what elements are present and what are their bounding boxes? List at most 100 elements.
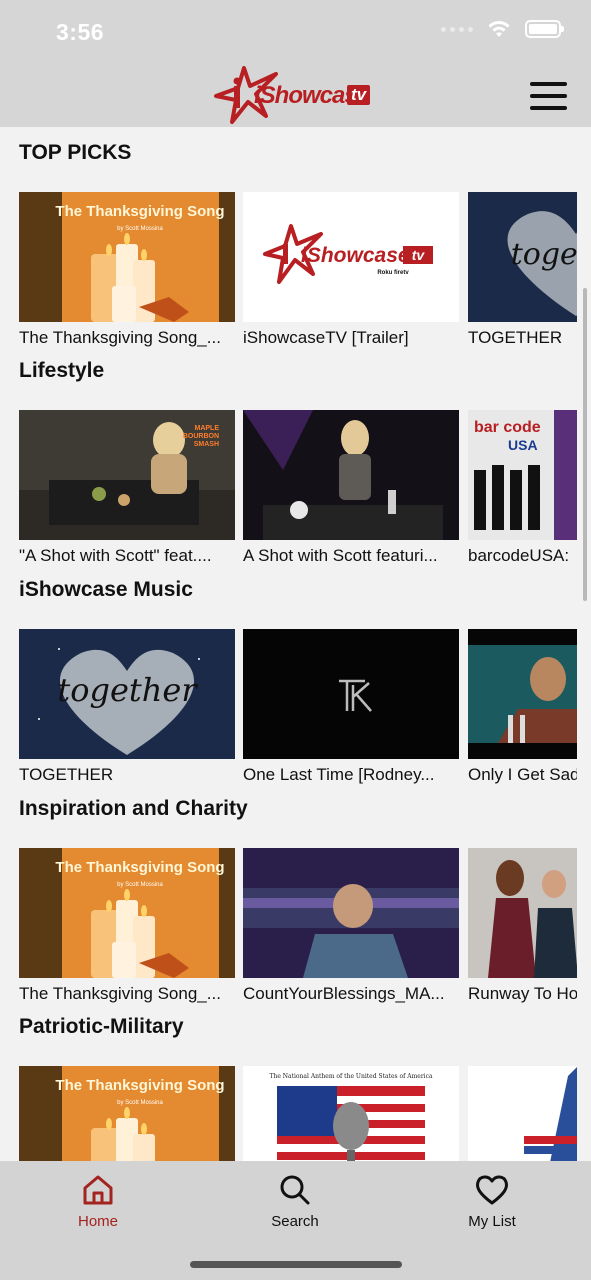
- svg-text:iShowcase: iShowcase: [301, 244, 410, 267]
- tab-label: My List: [468, 1213, 516, 1230]
- ishowcase-logo-art: iShowcase tv Roku firetv: [263, 224, 433, 284]
- status-icons: [441, 20, 564, 38]
- video-card[interactable]: The Thanksgiving Song by Scott Mossina: [19, 192, 235, 322]
- section-title: Patriotic-Military: [19, 1015, 184, 1038]
- card-title: The Thanksgiving Song_...: [19, 984, 221, 1003]
- carousel-row[interactable]: together: [19, 629, 577, 759]
- video-card[interactable]: The National Anthem of the United States…: [243, 1066, 459, 1161]
- video-card[interactable]: iShowcase tv Roku firetv: [243, 192, 459, 322]
- label-row: The Thanksgiving Song_... CountYourBless…: [19, 984, 577, 1008]
- menu-line: [530, 106, 567, 110]
- runway-art: [468, 848, 577, 978]
- svg-text:together: together: [511, 237, 577, 272]
- bar-scene-art: MAPLE BOURBON SMASH: [19, 410, 235, 540]
- status-time: 3:56: [56, 19, 105, 45]
- thumbnail-ishowcase-trailer: iShowcase tv Roku firetv: [243, 192, 459, 322]
- thumbnail-shot-with-scott: MAPLE BOURBON SMASH: [19, 410, 235, 540]
- anthem-microphone-art: The National Anthem of the United States…: [269, 1073, 433, 1161]
- card-title: TOGETHER: [19, 765, 114, 784]
- svg-text:The Thanksgiving Song: The Thanksgiving Song: [55, 1077, 224, 1094]
- app-header: 3:56 iShowcase tv: [0, 0, 591, 127]
- card-title: Only I Get Sad: [468, 765, 577, 784]
- svg-text:MAPLE: MAPLE: [195, 425, 220, 432]
- menu-line: [530, 82, 567, 86]
- video-card[interactable]: [243, 848, 459, 978]
- thanksgiving-art: The Thanksgiving Song by Scott Mossina: [55, 192, 225, 322]
- tab-label: Home: [77, 1213, 118, 1230]
- carousel-row[interactable]: The Thanksgiving Song by Scott Mossina T…: [19, 1066, 577, 1161]
- menu-line: [530, 94, 567, 98]
- svg-text:The Thanksgiving Song: The Thanksgiving Song: [55, 859, 224, 876]
- hamburger-menu-button[interactable]: [530, 82, 567, 110]
- dark-bar-art: [243, 410, 459, 540]
- video-card[interactable]: The Thanksgiving Song by Scott Mossina: [19, 1066, 235, 1161]
- patriotic-art: [468, 1066, 577, 1161]
- thanksgiving-art: The Thanksgiving Song by Scott Mossina: [55, 1066, 225, 1161]
- thumbnail-count-your-blessings: [243, 848, 459, 978]
- card-title: CountYourBlessings_MA...: [243, 984, 445, 1003]
- thumbnail-together: together: [468, 192, 577, 322]
- scrollbar[interactable]: [583, 288, 587, 601]
- svg-text:Roku firetv: Roku firetv: [377, 270, 409, 276]
- heart-icon: [476, 1175, 508, 1205]
- thumbnail-runway: [468, 848, 577, 978]
- thumbnail-thanksgiving: The Thanksgiving Song by Scott Mossina: [19, 1066, 235, 1161]
- label-row: "A Shot with Scott" feat.... A Shot with…: [19, 546, 577, 570]
- card-title: TOGETHER: [468, 328, 563, 347]
- svg-text:by Scott Mossina: by Scott Mossina: [117, 226, 163, 232]
- section-title: TOP PICKS: [19, 141, 132, 164]
- tab-my-list[interactable]: My List: [432, 1173, 552, 1230]
- home-icon: [83, 1175, 113, 1205]
- thumbnail-national-anthem: The National Anthem of the United States…: [243, 1066, 459, 1161]
- svg-text:bar code: bar code: [474, 419, 541, 436]
- video-card[interactable]: [468, 1066, 577, 1161]
- video-card[interactable]: [468, 848, 577, 978]
- card-title: The Thanksgiving Song_...: [19, 328, 221, 347]
- singer-portrait-art: [468, 629, 577, 759]
- thumbnail-one-last-time: [243, 629, 459, 759]
- thumbnail-thanksgiving: The Thanksgiving Song by Scott Mossina: [19, 192, 235, 322]
- tab-label: Search: [271, 1213, 319, 1230]
- card-title: Runway To Ho: [468, 984, 577, 1003]
- video-card[interactable]: MAPLE BOURBON SMASH: [19, 410, 235, 540]
- svg-text:USA: USA: [508, 437, 538, 453]
- card-title: iShowcaseTV [Trailer]: [243, 328, 409, 347]
- together-heart-art: together: [468, 192, 577, 322]
- home-indicator: [190, 1261, 402, 1268]
- video-card[interactable]: [243, 629, 459, 759]
- carousel-row[interactable]: The Thanksgiving Song by Scott Mossina: [19, 192, 577, 322]
- tab-search[interactable]: Search: [235, 1173, 355, 1230]
- tab-home[interactable]: Home: [38, 1173, 158, 1230]
- section-title: Lifestyle: [19, 359, 105, 382]
- video-card[interactable]: [468, 629, 577, 759]
- svg-text:together: together: [57, 671, 198, 709]
- signal-icon: [441, 26, 473, 32]
- card-title: barcodeUSA:: [468, 546, 570, 565]
- carousel-row[interactable]: MAPLE BOURBON SMASH bar code USA: [19, 410, 577, 540]
- svg-text:by Scott Mossina: by Scott Mossina: [117, 1100, 163, 1106]
- thumbnail-only-i-get-sad: [468, 629, 577, 759]
- section-title: Inspiration and Charity: [19, 797, 248, 820]
- logo-tv-badge: tv: [347, 85, 371, 105]
- wifi-icon: [488, 21, 510, 37]
- svg-text:by Scott Mossina: by Scott Mossina: [117, 882, 163, 888]
- video-card[interactable]: bar code USA: [468, 410, 577, 540]
- video-card[interactable]: [243, 410, 459, 540]
- card-title: "A Shot with Scott" feat....: [19, 546, 212, 565]
- thumbnail-shot-with-scott-2: [243, 410, 459, 540]
- svg-text:The National Anthem of the Uni: The National Anthem of the United States…: [269, 1073, 433, 1080]
- content-feed[interactable]: TOP PICKS The Thanksgiving Song by Scott…: [0, 127, 591, 1161]
- svg-text:tv: tv: [412, 247, 426, 263]
- thumbnail-together: together: [19, 629, 235, 759]
- studio-art: [243, 848, 459, 978]
- video-card[interactable]: together: [19, 629, 235, 759]
- video-card[interactable]: The Thanksgiving Song by Scott Mossina: [19, 848, 235, 978]
- svg-text:BOURBON: BOURBON: [183, 433, 219, 440]
- thumbnail-patriotic: [468, 1066, 577, 1161]
- carousel-row[interactable]: The Thanksgiving Song by Scott Mossina: [19, 848, 577, 978]
- thanksgiving-art: The Thanksgiving Song by Scott Mossina: [55, 848, 225, 978]
- search-icon: [280, 1175, 310, 1205]
- video-card[interactable]: together: [468, 192, 577, 322]
- card-title: One Last Time [Rodney...: [243, 765, 435, 784]
- section-title: iShowcase Music: [19, 578, 193, 601]
